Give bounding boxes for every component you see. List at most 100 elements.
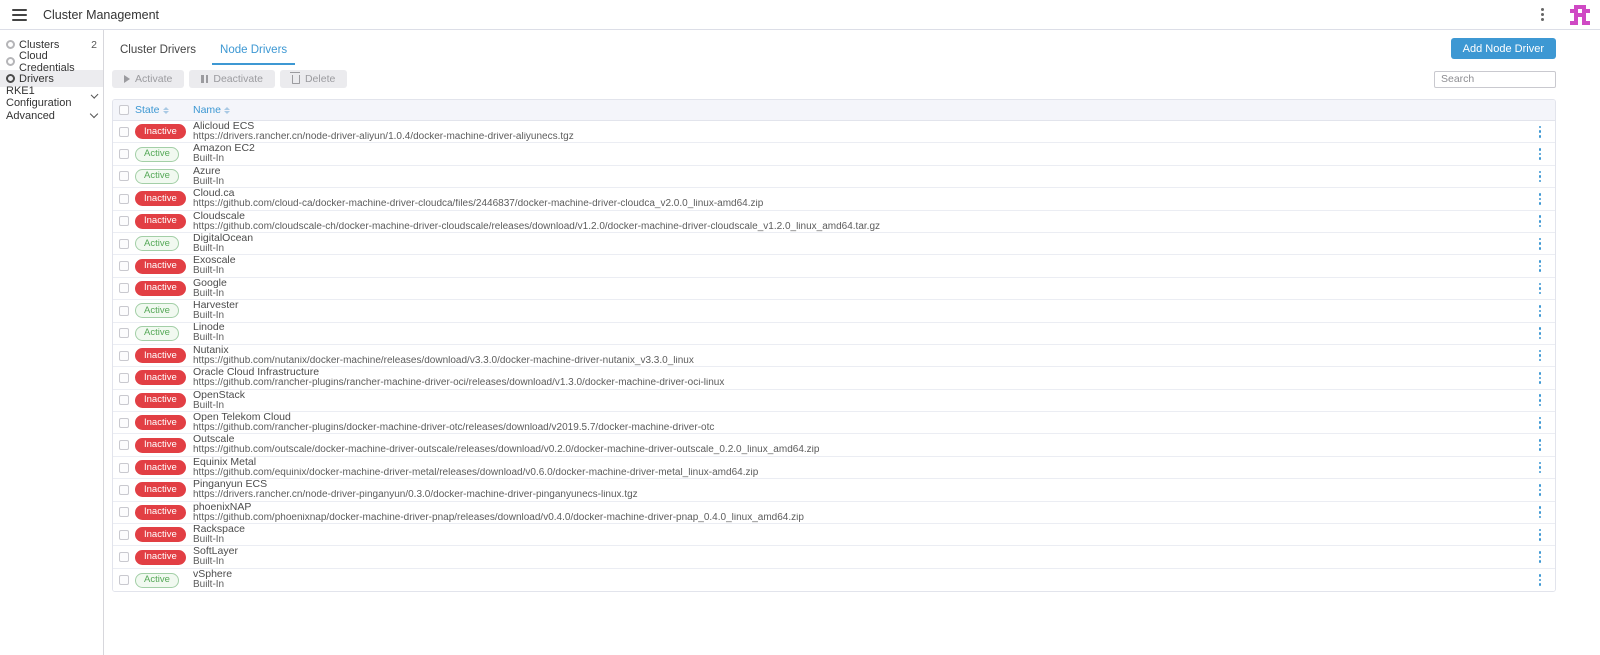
table-row: Inactive Outscale https://github.com/out… (113, 434, 1555, 456)
row-checkbox[interactable] (119, 575, 129, 585)
sidebar-group-rke1-configuration[interactable]: RKE1 Configuration (0, 87, 103, 106)
table-row: Inactive Cloudscale https://github.com/c… (113, 211, 1555, 233)
row-kebab-menu-icon[interactable] (1535, 211, 1546, 231)
row-checkbox[interactable] (119, 261, 129, 271)
row-checkbox[interactable] (119, 239, 129, 249)
table-header-row: State Name (113, 100, 1555, 121)
row-kebab-menu-icon[interactable] (1535, 502, 1546, 522)
driver-name: Azure (193, 166, 1525, 177)
row-kebab-menu-icon[interactable] (1535, 301, 1546, 321)
activate-button[interactable]: Activate (112, 70, 184, 88)
row-checkbox[interactable] (119, 530, 129, 540)
tab-bar: Cluster Drivers Node Drivers (112, 38, 295, 65)
sidebar: Clusters 2 Cloud Credentials Drivers RKE… (0, 30, 104, 655)
driver-name: Google (193, 278, 1525, 289)
table-row: Inactive Rackspace Built-In (113, 524, 1555, 546)
row-checkbox[interactable] (119, 149, 129, 159)
state-badge: Inactive (135, 460, 186, 475)
row-checkbox[interactable] (119, 440, 129, 450)
driver-detail: Built-In (193, 289, 1525, 300)
user-avatar[interactable] (1570, 5, 1590, 25)
table-row: Inactive OpenStack Built-In (113, 390, 1555, 412)
row-checkbox[interactable] (119, 194, 129, 204)
driver-name: Pinganyun ECS (193, 479, 1525, 490)
header-kebab-menu-icon[interactable] (1533, 4, 1552, 25)
state-badge: Active (135, 236, 179, 251)
table-row: Inactive Alicloud ECS https://drivers.ra… (113, 121, 1555, 143)
row-kebab-menu-icon[interactable] (1535, 144, 1546, 164)
table-row: Inactive Exoscale Built-In (113, 255, 1555, 277)
hamburger-menu-icon[interactable] (12, 9, 27, 21)
state-badge: Inactive (135, 370, 186, 385)
row-kebab-menu-icon[interactable] (1535, 189, 1546, 209)
row-kebab-menu-icon[interactable] (1535, 256, 1546, 276)
driver-detail: Built-In (193, 333, 1525, 344)
row-checkbox[interactable] (119, 418, 129, 428)
row-kebab-menu-icon[interactable] (1535, 413, 1546, 433)
add-node-driver-button[interactable]: Add Node Driver (1451, 38, 1556, 59)
row-checkbox[interactable] (119, 552, 129, 562)
column-header-name[interactable]: Name (193, 104, 1525, 116)
state-badge: Inactive (135, 482, 186, 497)
row-kebab-menu-icon[interactable] (1535, 570, 1546, 590)
sidebar-item-cloud-credentials[interactable]: Cloud Credentials (0, 53, 103, 70)
row-kebab-menu-icon[interactable] (1535, 279, 1546, 299)
state-badge: Inactive (135, 259, 186, 274)
table-row: Active Linode Built-In (113, 323, 1555, 345)
row-checkbox[interactable] (119, 463, 129, 473)
driver-name: Amazon EC2 (193, 143, 1525, 154)
row-checkbox[interactable] (119, 171, 129, 181)
top-bar: Cluster Management (0, 0, 1600, 30)
row-checkbox[interactable] (119, 127, 129, 137)
driver-detail: https://github.com/cloud-ca/docker-machi… (193, 199, 1525, 210)
row-checkbox[interactable] (119, 395, 129, 405)
driver-detail: https://drivers.rancher.cn/node-driver-p… (193, 490, 1525, 501)
row-kebab-menu-icon[interactable] (1535, 346, 1546, 366)
driver-name: SoftLayer (193, 546, 1525, 557)
driver-detail: https://drivers.rancher.cn/node-driver-a… (193, 132, 1525, 143)
row-kebab-menu-icon[interactable] (1535, 323, 1546, 343)
driver-detail: Built-In (193, 401, 1525, 412)
column-header-state[interactable]: State (135, 104, 169, 116)
deactivate-button[interactable]: Deactivate (189, 70, 275, 88)
sidebar-item-label: Cloud Credentials (19, 50, 97, 74)
row-checkbox[interactable] (119, 216, 129, 226)
table-row: Inactive Nutanix https://github.com/nuta… (113, 345, 1555, 367)
row-kebab-menu-icon[interactable] (1535, 167, 1546, 187)
state-badge: Inactive (135, 527, 186, 542)
row-kebab-menu-icon[interactable] (1535, 390, 1546, 410)
row-checkbox[interactable] (119, 283, 129, 293)
row-checkbox[interactable] (119, 306, 129, 316)
state-badge: Inactive (135, 505, 186, 520)
row-kebab-menu-icon[interactable] (1535, 122, 1546, 142)
driver-name: Harvester (193, 300, 1525, 311)
sidebar-group-advanced[interactable]: Advanced (0, 106, 103, 125)
row-checkbox[interactable] (119, 373, 129, 383)
sidebar-group-label: Advanced (6, 110, 55, 122)
select-all-checkbox[interactable] (119, 105, 129, 115)
sidebar-item-label: Drivers (19, 73, 54, 85)
row-kebab-menu-icon[interactable] (1535, 547, 1546, 567)
row-checkbox[interactable] (119, 351, 129, 361)
driver-detail: https://github.com/phoenixnap/docker-mac… (193, 513, 1525, 524)
row-kebab-menu-icon[interactable] (1535, 234, 1546, 254)
delete-button[interactable]: Delete (280, 70, 347, 88)
state-badge: Inactive (135, 214, 186, 229)
state-badge: Inactive (135, 348, 186, 363)
state-badge: Active (135, 147, 179, 162)
table-row: Active Azure Built-In (113, 166, 1555, 188)
table-row: Inactive Oracle Cloud Infrastructure htt… (113, 367, 1555, 389)
search-input[interactable] (1434, 71, 1556, 88)
row-kebab-menu-icon[interactable] (1535, 458, 1546, 478)
row-checkbox[interactable] (119, 507, 129, 517)
row-kebab-menu-icon[interactable] (1535, 368, 1546, 388)
row-kebab-menu-icon[interactable] (1535, 435, 1546, 455)
row-checkbox[interactable] (119, 328, 129, 338)
row-kebab-menu-icon[interactable] (1535, 480, 1546, 500)
row-kebab-menu-icon[interactable] (1535, 525, 1546, 545)
row-checkbox[interactable] (119, 485, 129, 495)
sort-icon (224, 107, 230, 114)
tab-node-drivers[interactable]: Node Drivers (212, 38, 295, 65)
tab-cluster-drivers[interactable]: Cluster Drivers (112, 38, 204, 65)
driver-name: DigitalOcean (193, 233, 1525, 244)
